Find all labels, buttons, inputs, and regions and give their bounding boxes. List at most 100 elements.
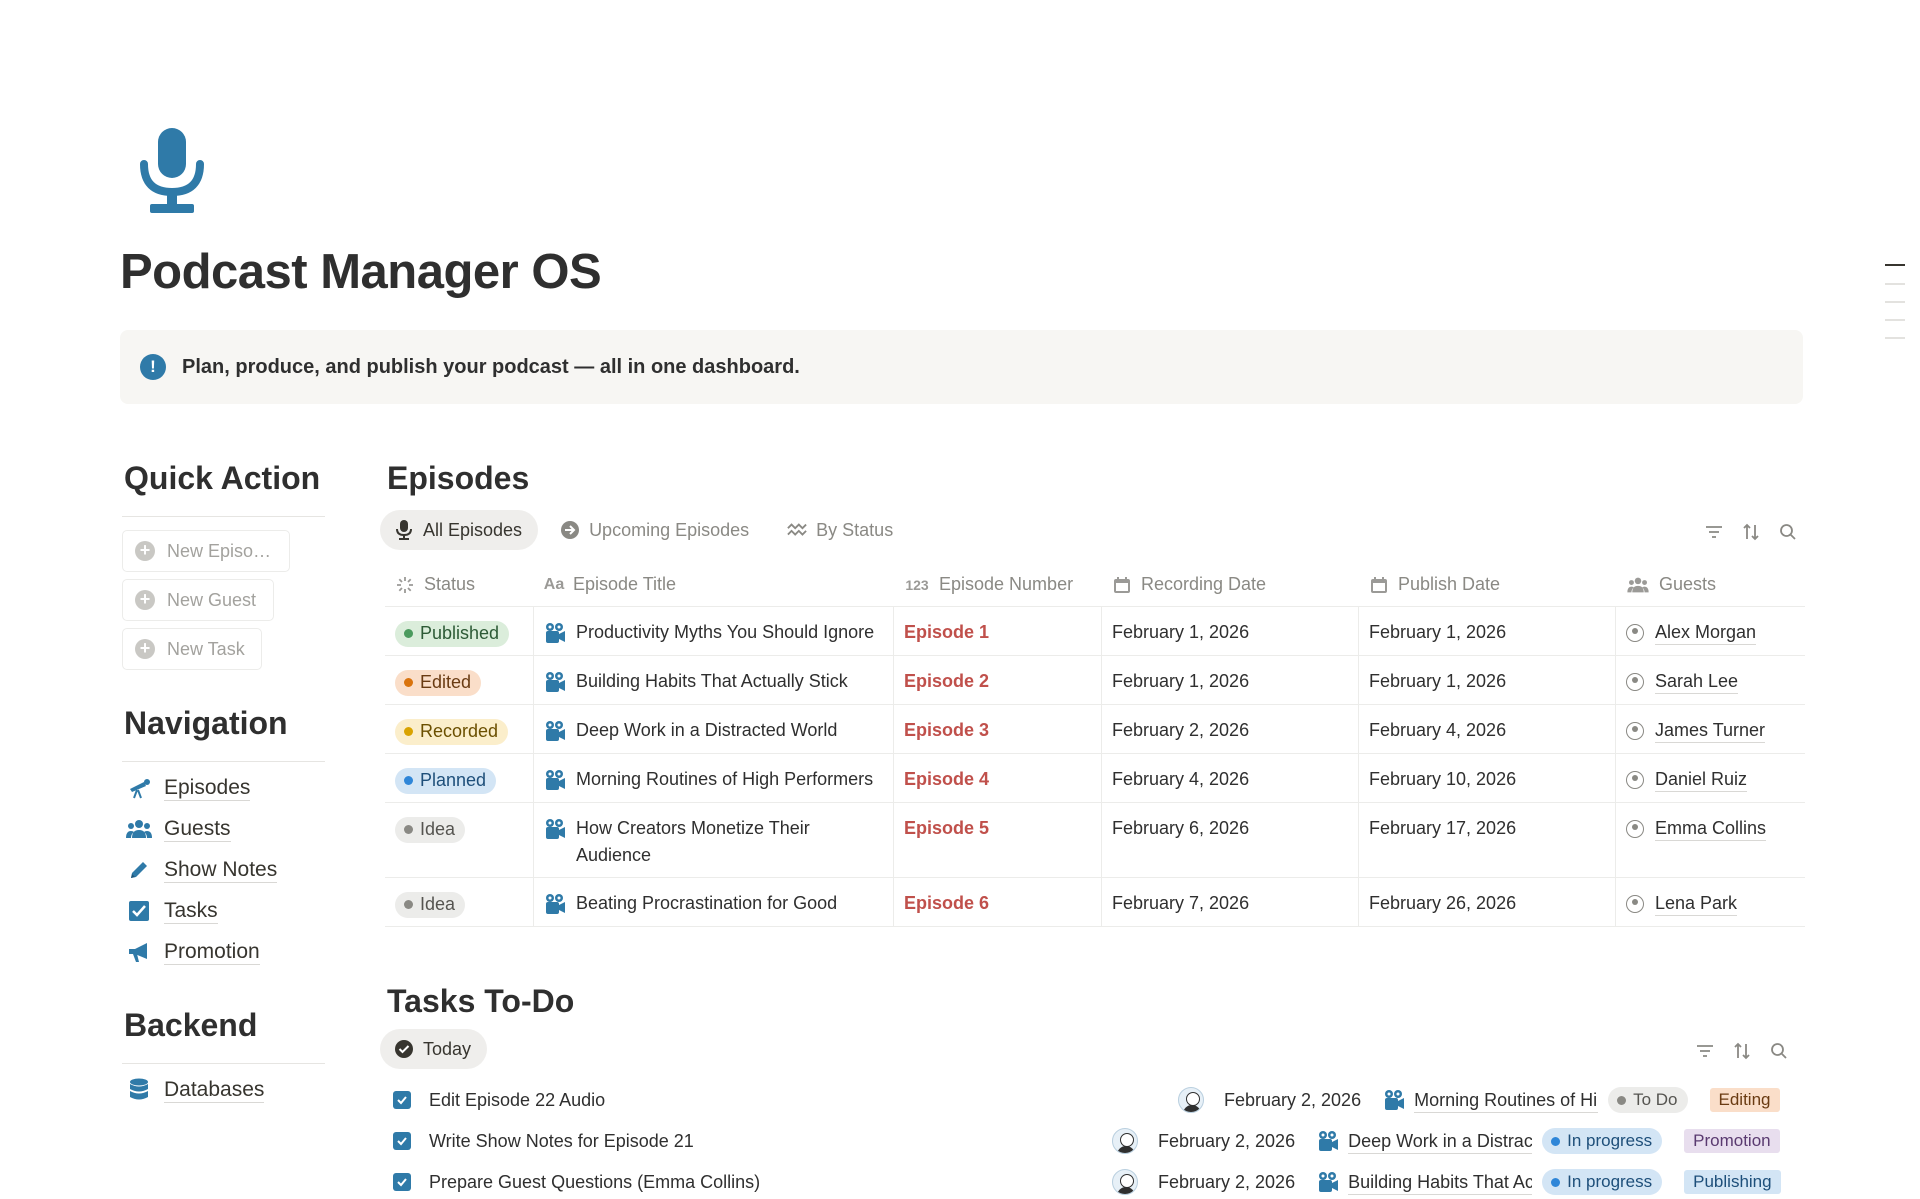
- status-cell[interactable]: Recorded: [385, 705, 534, 753]
- guest-link[interactable]: Lena Park: [1626, 891, 1795, 916]
- guests-cell[interactable]: James Turner: [1616, 705, 1805, 753]
- tab-upcoming-episodes[interactable]: Upcoming Episodes: [546, 510, 765, 550]
- avatar[interactable]: [1112, 1128, 1138, 1154]
- episode-number-cell[interactable]: Episode 4: [894, 754, 1102, 802]
- table-row[interactable]: Idea Beating Procrastination for Good Epis…: [385, 878, 1805, 927]
- search-icon[interactable]: [1778, 522, 1798, 542]
- nav-item-episodes[interactable]: Episodes: [126, 773, 251, 803]
- recording-date-cell[interactable]: February 2, 2026: [1102, 705, 1359, 753]
- task-status-badge[interactable]: In progress: [1542, 1128, 1663, 1154]
- guest-link[interactable]: Sarah Lee: [1626, 669, 1795, 694]
- status-cell[interactable]: Idea: [385, 803, 534, 877]
- task-episode-link[interactable]: Morning Routines of Hi: [1383, 1088, 1599, 1113]
- episode-title-cell[interactable]: Morning Routines of High Performers: [534, 754, 894, 802]
- guests-cell[interactable]: Alex Morgan: [1616, 607, 1805, 655]
- filter-icon[interactable]: [1695, 1041, 1715, 1061]
- nav-item-promotion[interactable]: Promotion: [126, 937, 260, 967]
- guest-link[interactable]: Emma Collins: [1626, 816, 1795, 841]
- tab-by-status[interactable]: By Status: [773, 510, 909, 550]
- episode-number-cell[interactable]: Episode 2: [894, 656, 1102, 704]
- guests-cell[interactable]: Emma Collins: [1616, 803, 1805, 877]
- outline-mark[interactable]: [1885, 319, 1905, 321]
- episode-title-text[interactable]: Beating Procrastination for Good: [576, 890, 837, 917]
- table-row[interactable]: Planned Morning Routines of High Performe…: [385, 754, 1805, 803]
- nav-item-show-notes[interactable]: Show Notes: [126, 855, 278, 885]
- column-header-status[interactable]: Status: [385, 563, 534, 607]
- new-task-button[interactable]: + New Task: [122, 628, 262, 670]
- recording-date-cell[interactable]: February 1, 2026: [1102, 607, 1359, 655]
- new-guest-button[interactable]: + New Guest: [122, 579, 274, 621]
- guests-cell[interactable]: Daniel Ruiz: [1616, 754, 1805, 802]
- publish-date-cell[interactable]: February 4, 2026: [1359, 705, 1616, 753]
- task-status-badge[interactable]: In progress: [1542, 1169, 1663, 1195]
- outline-mark[interactable]: [1885, 264, 1905, 266]
- episode-number-cell[interactable]: Episode 1: [894, 607, 1102, 655]
- column-header-episode-number[interactable]: 123 Episode Number: [894, 563, 1102, 607]
- table-row[interactable]: Published Productivity Myths You Should I…: [385, 607, 1805, 656]
- column-header-recording-date[interactable]: Recording Date: [1102, 563, 1359, 607]
- tab-all-episodes[interactable]: All Episodes: [380, 510, 539, 550]
- episode-title-cell[interactable]: Beating Procrastination for Good: [534, 878, 894, 926]
- checkbox-icon[interactable]: [393, 1091, 411, 1109]
- episode-title-cell[interactable]: How Creators Monetize Their Audience: [534, 803, 894, 877]
- task-episode-link[interactable]: Deep Work in a Distrac: [1317, 1129, 1533, 1154]
- table-row[interactable]: Edited Building Habits That Actually Stic…: [385, 656, 1805, 705]
- outline-mark[interactable]: [1885, 301, 1905, 303]
- task-category-tag[interactable]: Editing: [1709, 1088, 1780, 1112]
- column-header-publish-date[interactable]: Publish Date: [1359, 563, 1616, 607]
- status-cell[interactable]: Idea: [385, 878, 534, 926]
- task-status-badge[interactable]: To Do: [1608, 1087, 1688, 1113]
- episode-title-text[interactable]: Building Habits That Actually Stick: [576, 668, 848, 695]
- nav-item-tasks[interactable]: Tasks: [126, 896, 218, 926]
- new-episode-button[interactable]: + New Episo…: [122, 530, 290, 572]
- recording-date-cell[interactable]: February 4, 2026: [1102, 754, 1359, 802]
- sort-icon[interactable]: [1732, 1041, 1752, 1061]
- episode-number-cell[interactable]: Episode 5: [894, 803, 1102, 877]
- task-category-tag[interactable]: Publishing: [1684, 1170, 1781, 1194]
- task-category-tag[interactable]: Promotion: [1684, 1129, 1780, 1153]
- status-cell[interactable]: Edited: [385, 656, 534, 704]
- episode-title-text[interactable]: How Creators Monetize Their Audience: [576, 815, 883, 869]
- status-cell[interactable]: Planned: [385, 754, 534, 802]
- episode-title-cell[interactable]: Deep Work in a Distracted World: [534, 705, 894, 753]
- recording-date-cell[interactable]: February 7, 2026: [1102, 878, 1359, 926]
- checkbox-icon[interactable]: [393, 1173, 411, 1191]
- episode-title-cell[interactable]: Building Habits That Actually Stick: [534, 656, 894, 704]
- guest-link[interactable]: James Turner: [1626, 718, 1795, 743]
- guests-cell[interactable]: Lena Park: [1616, 878, 1805, 926]
- task-item[interactable]: Edit Episode 22 Audio: [393, 1084, 605, 1116]
- publish-date-cell[interactable]: February 1, 2026: [1359, 656, 1616, 704]
- microphone-page-icon[interactable]: [140, 128, 204, 214]
- status-cell[interactable]: Published: [385, 607, 534, 655]
- episode-number-cell[interactable]: Episode 3: [894, 705, 1102, 753]
- publish-date-cell[interactable]: February 17, 2026: [1359, 803, 1616, 877]
- publish-date-cell[interactable]: February 1, 2026: [1359, 607, 1616, 655]
- checkbox-icon[interactable]: [393, 1132, 411, 1150]
- tab-today[interactable]: Today: [380, 1029, 488, 1069]
- guest-link[interactable]: Daniel Ruiz: [1626, 767, 1795, 792]
- episode-title-cell[interactable]: Productivity Myths You Should Ignore: [534, 607, 894, 655]
- episode-title-text[interactable]: Deep Work in a Distracted World: [576, 717, 837, 744]
- recording-date-cell[interactable]: February 1, 2026: [1102, 656, 1359, 704]
- episode-number-cell[interactable]: Episode 6: [894, 878, 1102, 926]
- sort-icon[interactable]: [1741, 522, 1761, 542]
- task-episode-link[interactable]: Building Habits That Ac: [1317, 1170, 1533, 1195]
- avatar[interactable]: [1112, 1169, 1138, 1195]
- guest-link[interactable]: Alex Morgan: [1626, 620, 1795, 645]
- table-row[interactable]: Recorded Deep Work in a Distracted World E…: [385, 705, 1805, 754]
- filter-icon[interactable]: [1704, 522, 1724, 542]
- table-row[interactable]: Idea How Creators Monetize Their Audience…: [385, 803, 1805, 878]
- avatar[interactable]: [1178, 1087, 1204, 1113]
- episode-title-text[interactable]: Productivity Myths You Should Ignore: [576, 619, 874, 646]
- guests-cell[interactable]: Sarah Lee: [1616, 656, 1805, 704]
- episode-title-text[interactable]: Morning Routines of High Performers: [576, 766, 873, 793]
- publish-date-cell[interactable]: February 10, 2026: [1359, 754, 1616, 802]
- search-icon[interactable]: [1769, 1041, 1789, 1061]
- nav-item-databases[interactable]: Databases: [126, 1075, 265, 1105]
- recording-date-cell[interactable]: February 6, 2026: [1102, 803, 1359, 877]
- column-header-guests[interactable]: Guests: [1616, 563, 1805, 607]
- column-header-episode-title[interactable]: Aa Episode Title: [534, 563, 894, 607]
- nav-item-guests[interactable]: Guests: [126, 814, 231, 844]
- publish-date-cell[interactable]: February 26, 2026: [1359, 878, 1616, 926]
- task-item[interactable]: Write Show Notes for Episode 21: [393, 1125, 694, 1157]
